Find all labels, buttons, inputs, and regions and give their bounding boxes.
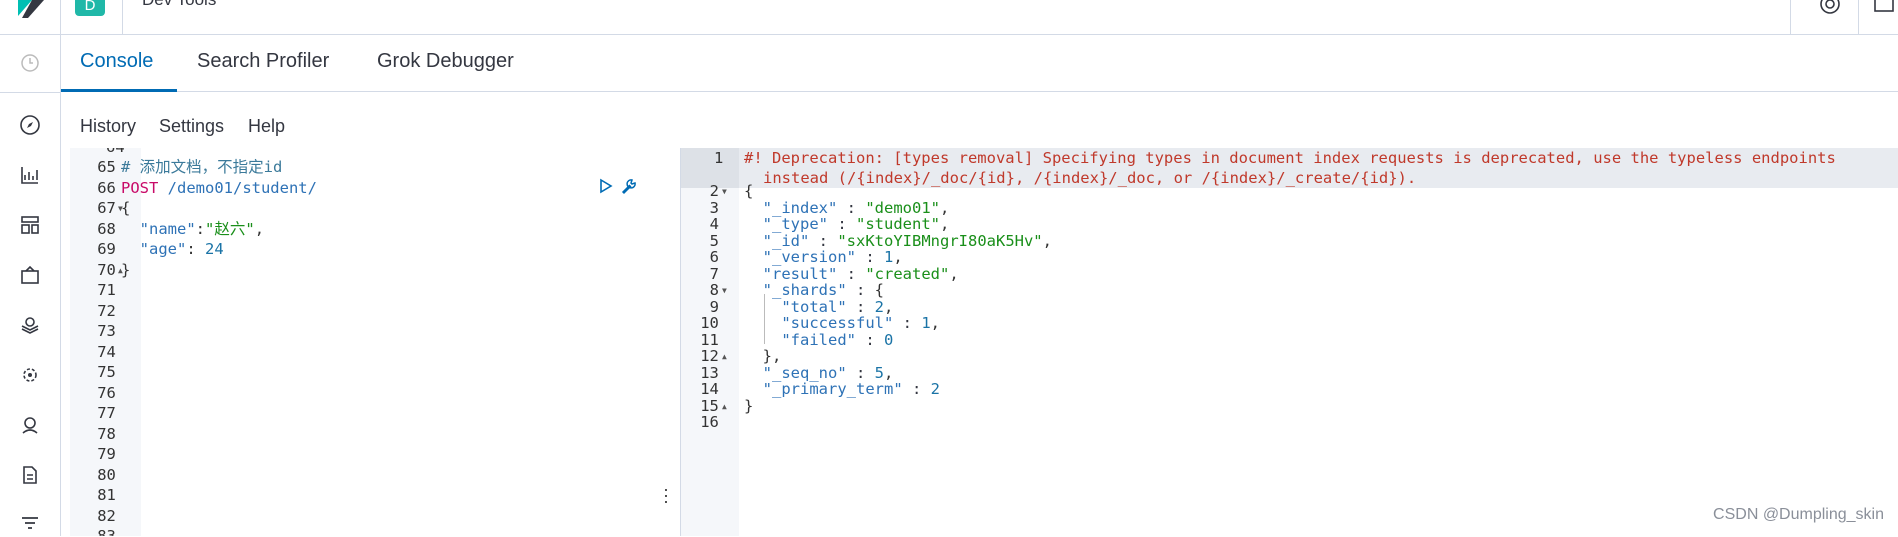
line-number: 82 bbox=[97, 506, 116, 525]
header-divider bbox=[1790, 0, 1791, 34]
editor-line: 1 #! Deprecation: [types removal] Specif… bbox=[681, 148, 1836, 168]
tab-search-profiler[interactable]: Search Profiler bbox=[197, 50, 329, 73]
json-punctuation: , bbox=[254, 219, 265, 238]
code-content: POST /demo01/student/ bbox=[121, 178, 317, 198]
line-number: 78 bbox=[97, 424, 116, 443]
console-menu: History Settings Help bbox=[61, 92, 1898, 148]
compass-icon[interactable] bbox=[18, 113, 42, 137]
editor-line: 69 "age": 24 bbox=[70, 239, 680, 259]
header-divider bbox=[122, 0, 123, 34]
logs-icon[interactable] bbox=[18, 463, 42, 487]
visualize-icon[interactable] bbox=[18, 163, 42, 187]
line-number: 79 bbox=[97, 445, 116, 463]
line-number: 72 bbox=[97, 301, 116, 320]
clock-icon[interactable] bbox=[18, 51, 42, 75]
code-content: # 添加文档，不指定id bbox=[121, 157, 282, 177]
json-value: 24 bbox=[205, 240, 224, 258]
editor-line: 71 bbox=[70, 280, 680, 300]
line-number: 83 bbox=[97, 527, 116, 536]
request-editor[interactable]: 64 65 # 添加文档，不指定id 66 POST /demo01/student/… bbox=[70, 148, 681, 536]
line-number: 76 bbox=[97, 383, 116, 402]
line-number: 77 bbox=[97, 404, 116, 422]
line-number: 74 bbox=[97, 342, 116, 361]
help-link[interactable]: Help bbox=[248, 116, 285, 137]
editor-line: 68 "name":"赵六", bbox=[70, 219, 680, 239]
line-number: 65 bbox=[97, 158, 116, 176]
line-number: 70 bbox=[97, 260, 116, 279]
settings-link[interactable]: Settings bbox=[159, 116, 224, 137]
editor-line: 75 bbox=[70, 362, 680, 382]
tab-console[interactable]: Console bbox=[80, 50, 153, 73]
tab-grok-debugger[interactable]: Grok Debugger bbox=[377, 50, 514, 73]
line-number: 67 bbox=[97, 199, 116, 217]
editor-line: 67 ▼{ bbox=[70, 198, 680, 218]
deprecation-warning: #! Deprecation: [types removal] Specifyi… bbox=[744, 149, 1836, 167]
editor-line: 66 POST /demo01/student/ bbox=[70, 178, 680, 198]
dashboard-icon[interactable] bbox=[18, 213, 42, 237]
header-divider bbox=[60, 0, 61, 34]
json-brace: } bbox=[121, 260, 131, 279]
json-key: "age" bbox=[139, 240, 187, 258]
code-content: } bbox=[121, 260, 130, 280]
apm-icon[interactable] bbox=[18, 513, 42, 537]
mail-icon[interactable] bbox=[1872, 0, 1896, 16]
watermark: CSDN @Dumpling_skin bbox=[1713, 506, 1884, 523]
editor-line: 81 bbox=[70, 485, 680, 505]
side-nav bbox=[0, 35, 61, 536]
editor-line: 78 bbox=[70, 424, 680, 444]
maps-icon[interactable] bbox=[18, 313, 42, 337]
editor-line: 72 bbox=[70, 301, 680, 321]
space-avatar[interactable]: D bbox=[75, 0, 105, 16]
editor-line: 64 bbox=[70, 148, 680, 157]
json-separator: : bbox=[186, 240, 206, 258]
metrics-icon[interactable] bbox=[18, 413, 42, 437]
code-content: { bbox=[121, 198, 130, 218]
json-key: "name" bbox=[139, 219, 196, 238]
canvas-icon[interactable] bbox=[18, 263, 42, 287]
recently-viewed[interactable] bbox=[0, 35, 60, 93]
kibana-logo-icon[interactable] bbox=[18, 0, 44, 18]
line-number: 69 bbox=[97, 240, 116, 258]
line-number: 16 bbox=[700, 413, 719, 431]
panel-resizer[interactable]: · · · bbox=[663, 480, 669, 510]
line-number: 64 bbox=[106, 148, 125, 157]
editor-line: 79 bbox=[70, 444, 680, 464]
json-brace: { bbox=[121, 199, 131, 217]
editor-line: 82 bbox=[70, 506, 680, 526]
code-content: "age": 24 bbox=[121, 239, 224, 259]
top-header: D Dev Tools bbox=[0, 0, 1898, 35]
history-link[interactable]: History bbox=[80, 116, 136, 137]
json-value: "赵六" bbox=[205, 219, 255, 238]
line-number: 71 bbox=[97, 281, 116, 299]
request-url: /demo01/student/ bbox=[158, 178, 317, 197]
editor-line: 80 bbox=[70, 465, 680, 485]
line-number: 75 bbox=[97, 363, 116, 381]
line-number: 81 bbox=[97, 486, 116, 504]
line-number: 66 bbox=[97, 178, 116, 197]
editor-line: 70 ▲} bbox=[70, 260, 680, 280]
editor-line: 77 bbox=[70, 403, 680, 423]
editor-line: 76 bbox=[70, 383, 680, 403]
editor-line: 73 bbox=[70, 321, 680, 341]
line-number: 80 bbox=[97, 465, 116, 484]
editor-line: 74 bbox=[70, 342, 680, 362]
editor-line: 83 bbox=[70, 526, 680, 536]
response-editor[interactable]: 1 #! Deprecation: [types removal] Specif… bbox=[681, 148, 1898, 536]
app-title: Dev Tools bbox=[142, 0, 216, 10]
help-icon[interactable] bbox=[1818, 0, 1842, 16]
http-method: POST bbox=[121, 178, 159, 197]
line-number: 68 bbox=[97, 219, 116, 238]
code-comment: # 添加文档，不指定id bbox=[121, 158, 283, 176]
code-content: "name":"赵六", bbox=[121, 219, 264, 239]
header-divider bbox=[1858, 0, 1859, 34]
editor-line: 65 # 添加文档，不指定id bbox=[70, 157, 680, 177]
line-number: 73 bbox=[97, 322, 116, 340]
devtools-tabs: Console Search Profiler Grok Debugger bbox=[61, 35, 1898, 92]
json-separator: : bbox=[195, 219, 206, 238]
line-number: 1 bbox=[714, 149, 724, 167]
ml-icon[interactable] bbox=[18, 363, 42, 387]
editor-line: 16 bbox=[681, 412, 1291, 432]
